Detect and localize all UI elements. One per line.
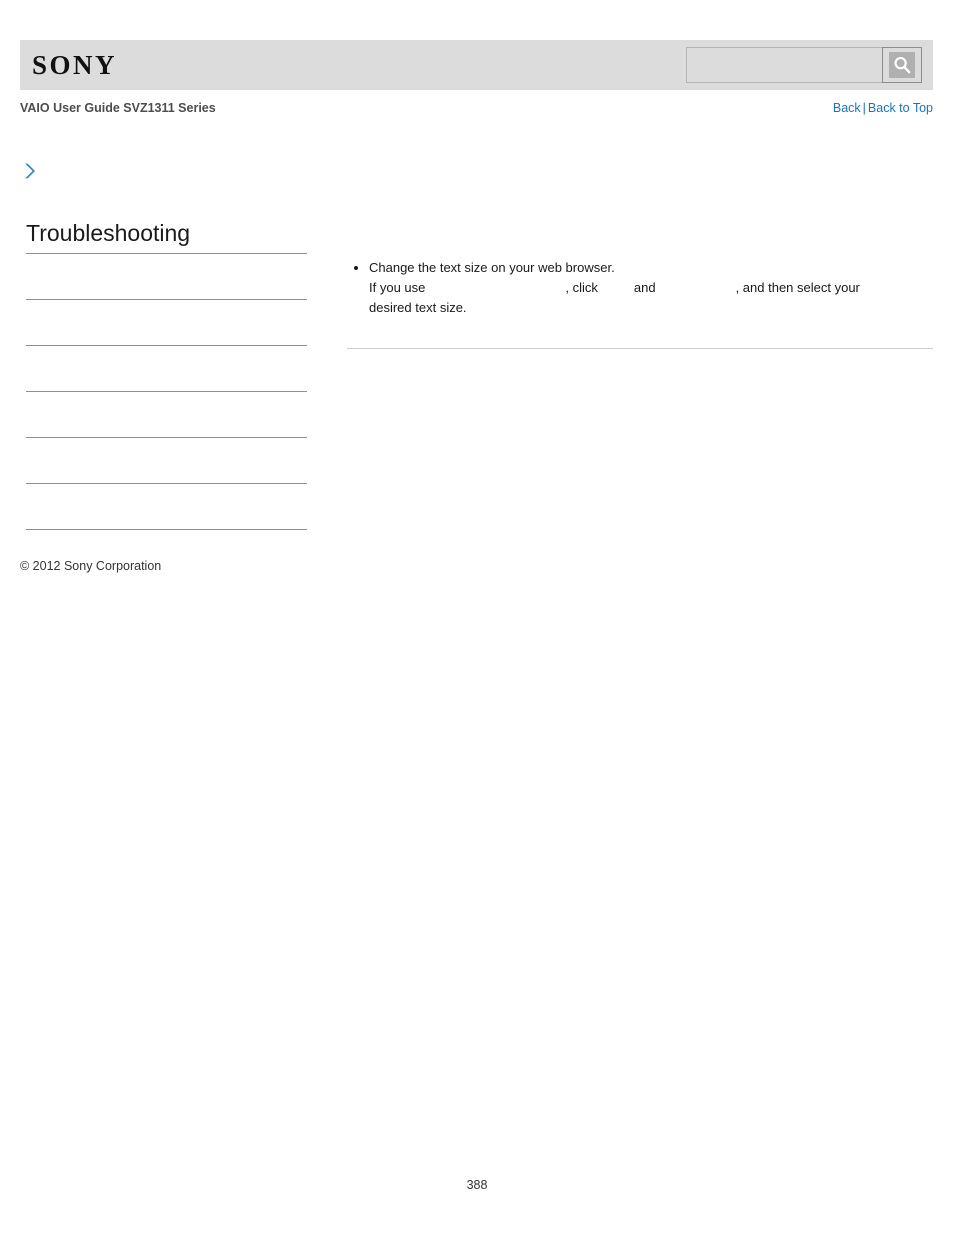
sidebar: Troubleshooting	[26, 218, 307, 530]
search-box	[686, 47, 922, 83]
bullet-line-2-c: and	[633, 280, 656, 295]
chevron-right-icon	[22, 162, 38, 185]
search-icon	[889, 52, 915, 78]
page-number: 388	[466, 1178, 488, 1192]
back-link[interactable]: Back	[833, 101, 861, 115]
sidebar-item-0[interactable]	[26, 254, 307, 299]
bullet-line-1: Change the text size on your web browser…	[369, 260, 615, 275]
site-header: SONY	[20, 40, 933, 90]
sidebar-item-1[interactable]	[26, 300, 307, 345]
guide-title: VAIO User Guide SVZ1311 Series	[20, 101, 216, 115]
subheader: VAIO User Guide SVZ1311 Series Back | Back…	[20, 101, 933, 121]
sidebar-divider	[26, 529, 307, 530]
sidebar-item-5[interactable]	[26, 484, 307, 529]
breadcrumb[interactable]	[22, 160, 46, 186]
instruction-list: Change the text size on your web browser…	[347, 258, 933, 318]
list-item: Change the text size on your web browser…	[347, 258, 933, 318]
bullet-line-2-b: , click	[565, 280, 598, 295]
header-nav-links: Back | Back to Top	[833, 101, 933, 115]
main-content: Change the text size on your web browser…	[347, 258, 933, 349]
sidebar-item-3[interactable]	[26, 392, 307, 437]
sony-logo: SONY	[32, 50, 118, 80]
bullet-line-2-d: , and then select your	[735, 280, 860, 295]
bullet-line-3: desired text size.	[369, 300, 467, 315]
page-title: Troubleshooting	[26, 220, 191, 246]
copyright-text: © 2012 Sony Corporation	[20, 559, 162, 573]
bullet-line-2-a: If you use	[369, 280, 426, 295]
nav-separator: |	[862, 101, 866, 115]
search-button[interactable]	[882, 47, 922, 83]
back-to-top-link[interactable]: Back to Top	[868, 101, 933, 115]
content-divider	[347, 348, 933, 349]
sidebar-item-2[interactable]	[26, 346, 307, 391]
sidebar-item-4[interactable]	[26, 438, 307, 483]
search-input[interactable]	[686, 47, 882, 83]
